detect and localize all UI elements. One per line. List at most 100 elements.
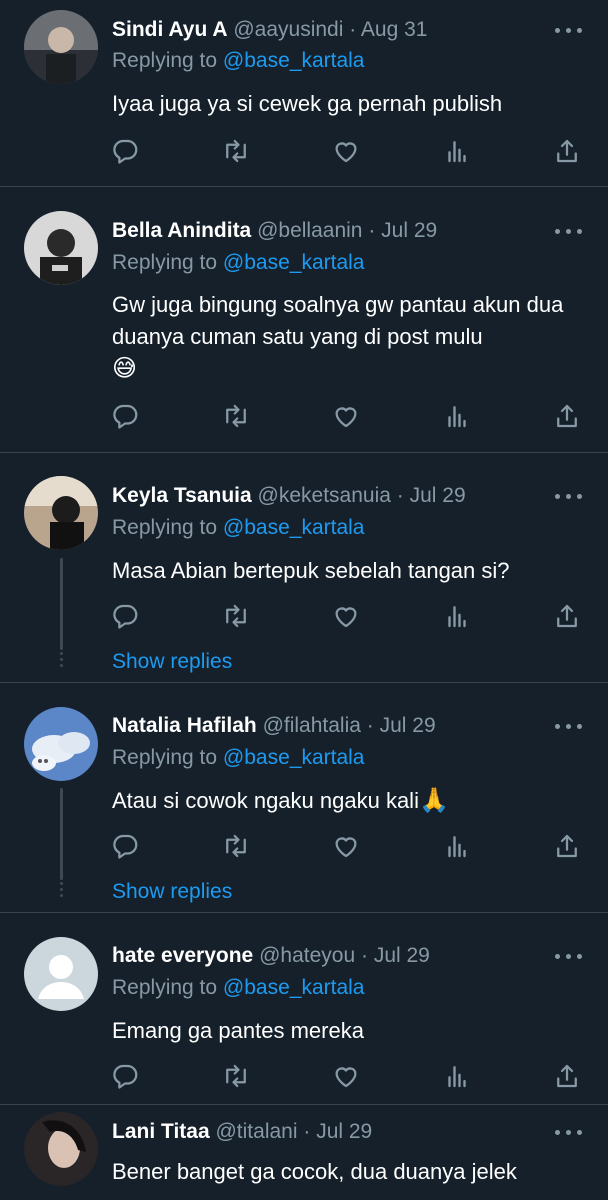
tweet-date[interactable]: Jul 29 xyxy=(381,219,437,242)
thread-dots xyxy=(60,652,63,670)
reply-icon[interactable] xyxy=(110,1061,140,1091)
replying-label: Replying to xyxy=(112,746,223,769)
avatar[interactable] xyxy=(24,707,98,781)
avatar[interactable] xyxy=(24,1112,98,1186)
tweet-header: Natalia Hafilah @filahtalia · Jul 29 xyxy=(112,711,436,741)
mention-link[interactable]: @base_kartala xyxy=(223,516,365,539)
analytics-icon[interactable] xyxy=(442,831,472,861)
avatar[interactable] xyxy=(24,10,98,84)
user-handle[interactable]: @titalani xyxy=(215,1120,297,1143)
user-handle[interactable]: @hateyou xyxy=(259,944,355,967)
share-icon[interactable] xyxy=(552,831,582,861)
display-name[interactable]: Sindi Ayu A xyxy=(112,18,228,41)
tweet-date[interactable]: Jul 29 xyxy=(410,484,466,507)
replying-label: Replying to xyxy=(112,976,223,999)
tweet-text: Masa Abian bertepuk sebelah tangan si? xyxy=(112,558,510,583)
reply-icon[interactable] xyxy=(110,601,140,631)
separator: · xyxy=(362,219,382,242)
display-name[interactable]: Natalia Hafilah xyxy=(112,714,257,737)
analytics-icon[interactable] xyxy=(442,601,472,631)
replying-to: Replying to @base_kartala xyxy=(112,743,364,773)
analytics-icon[interactable] xyxy=(442,1061,472,1091)
share-icon[interactable] xyxy=(552,1061,582,1091)
tweet-actions xyxy=(0,136,608,166)
retweet-icon[interactable] xyxy=(221,136,251,166)
like-icon[interactable] xyxy=(331,136,361,166)
share-icon[interactable] xyxy=(552,136,582,166)
avatar[interactable] xyxy=(24,211,98,285)
tweet-date[interactable]: Jul 29 xyxy=(374,944,430,967)
avatar-default-icon[interactable] xyxy=(24,937,98,1011)
tweet-actions xyxy=(0,401,608,431)
display-name[interactable]: hate everyone xyxy=(112,944,253,967)
replying-to: Replying to @base_kartala xyxy=(112,46,364,76)
separator: · xyxy=(360,714,380,737)
separator: · xyxy=(355,944,374,967)
retweet-icon[interactable] xyxy=(221,401,251,431)
user-handle[interactable]: @bellaanin xyxy=(257,219,362,242)
divider xyxy=(0,452,608,453)
separator: · xyxy=(390,484,410,507)
reply-icon[interactable] xyxy=(110,401,140,431)
tweet-date[interactable]: Jul 29 xyxy=(316,1120,372,1143)
thread-dots xyxy=(60,882,63,900)
user-handle[interactable]: @aayusindi xyxy=(233,18,343,41)
divider xyxy=(0,1104,608,1105)
replying-label: Replying to xyxy=(112,516,223,539)
user-handle[interactable]: @filahtalia xyxy=(263,714,361,737)
tweet-text: Gw juga bingung soalnya gw pantau akun d… xyxy=(112,292,564,382)
mention-link[interactable]: @base_kartala xyxy=(223,251,365,274)
tweet-text: Bener banget ga cocok, dua duanya jelek xyxy=(112,1159,517,1184)
show-replies-link[interactable]: Show replies xyxy=(112,647,232,677)
analytics-icon[interactable] xyxy=(442,401,472,431)
mention-link[interactable]: @base_kartala xyxy=(223,976,365,999)
mention-link[interactable]: @base_kartala xyxy=(223,746,365,769)
replying-label: Replying to xyxy=(112,49,223,72)
more-options-icon[interactable] xyxy=(554,949,584,963)
tweet-date[interactable]: Aug 31 xyxy=(361,18,428,41)
divider xyxy=(0,682,608,683)
pray-emoji: 🙏 xyxy=(418,787,449,814)
reply-icon[interactable] xyxy=(110,136,140,166)
tweet-header: Lani Titaa @titalani · Jul 29 xyxy=(112,1117,372,1147)
like-icon[interactable] xyxy=(331,831,361,861)
like-icon[interactable] xyxy=(331,601,361,631)
user-handle[interactable]: @keketsanuia xyxy=(258,484,391,507)
display-name[interactable]: Bella Anindita xyxy=(112,219,251,242)
tweet-text: Emang ga pantes mereka xyxy=(112,1018,364,1043)
tweet-date[interactable]: Jul 29 xyxy=(380,714,436,737)
more-options-icon[interactable] xyxy=(554,489,584,503)
divider xyxy=(0,912,608,913)
more-options-icon[interactable] xyxy=(554,1125,584,1139)
tweet-header: Sindi Ayu A @aayusindi · Aug 31 xyxy=(112,15,427,45)
tweet-actions xyxy=(0,1061,608,1091)
display-name[interactable]: Keyla Tsanuia xyxy=(112,484,252,507)
tweet-header: hate everyone @hateyou · Jul 29 xyxy=(112,941,430,971)
mention-link[interactable]: @base_kartala xyxy=(223,49,365,72)
more-options-icon[interactable] xyxy=(554,224,584,238)
tweet-header: Bella Anindita @bellaanin · Jul 29 xyxy=(112,216,437,246)
replying-to: Replying to @base_kartala xyxy=(112,248,364,278)
like-icon[interactable] xyxy=(331,1061,361,1091)
analytics-icon[interactable] xyxy=(442,136,472,166)
reply-icon[interactable] xyxy=(110,831,140,861)
like-icon[interactable] xyxy=(331,401,361,431)
separator: · xyxy=(297,1120,317,1143)
replying-label: Replying to xyxy=(112,251,223,274)
show-replies-link[interactable]: Show replies xyxy=(112,877,232,907)
separator: · xyxy=(343,18,361,41)
retweet-icon[interactable] xyxy=(221,601,251,631)
retweet-icon[interactable] xyxy=(221,831,251,861)
share-icon[interactable] xyxy=(552,601,582,631)
sweat-smile-emoji: 😅 xyxy=(112,355,138,382)
divider xyxy=(0,186,608,187)
tweet-actions xyxy=(0,831,608,861)
more-options-icon[interactable] xyxy=(554,719,584,733)
avatar[interactable] xyxy=(24,476,98,550)
display-name[interactable]: Lani Titaa xyxy=(112,1120,210,1143)
tweet-text: Atau si cowok ngaku ngaku kali🙏 xyxy=(112,787,449,814)
share-icon[interactable] xyxy=(552,401,582,431)
replying-to: Replying to @base_kartala xyxy=(112,973,364,1003)
more-options-icon[interactable] xyxy=(554,23,584,37)
retweet-icon[interactable] xyxy=(221,1061,251,1091)
